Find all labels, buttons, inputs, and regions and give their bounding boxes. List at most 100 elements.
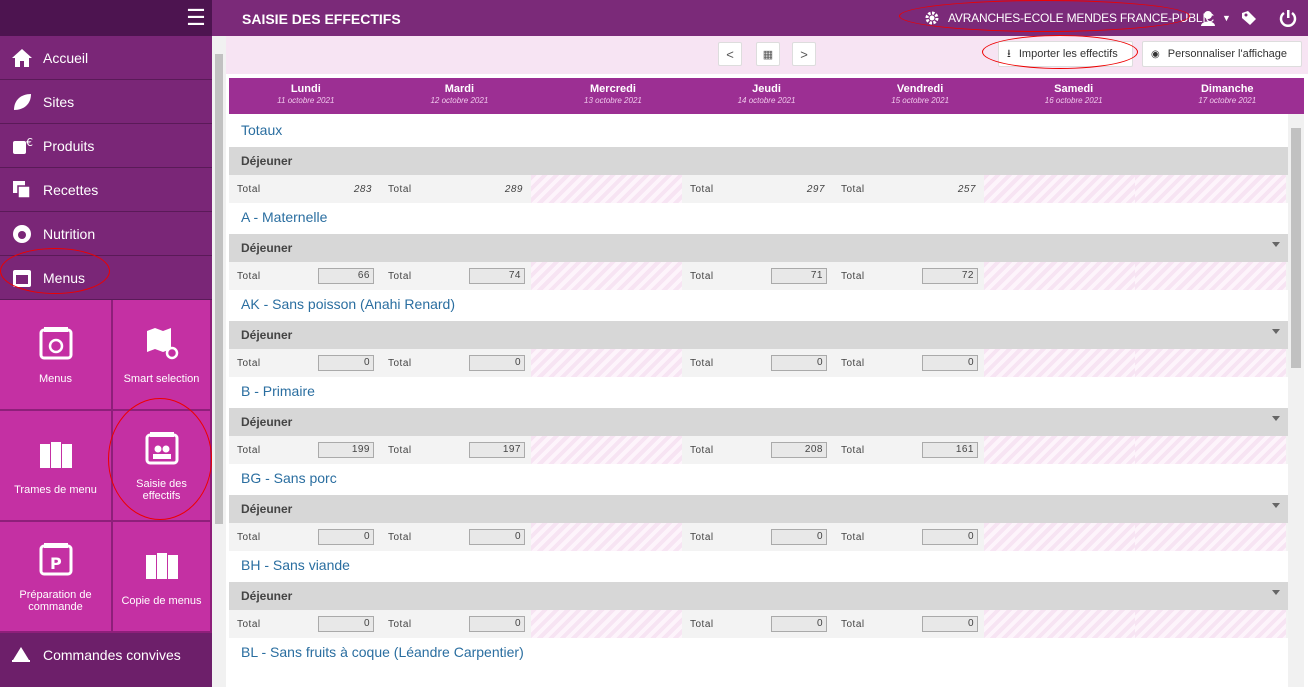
total-cell: Total 74	[380, 262, 531, 290]
day-date: 17 octobre 2021	[1198, 96, 1257, 105]
sidebar-item-accueil[interactable]: Accueil	[0, 36, 212, 80]
customize-label: Personnaliser l'affichage	[1167, 48, 1288, 60]
map-gears-icon	[146, 327, 178, 359]
page-title: SAISIE DES EFFECTIFS	[242, 11, 401, 27]
effectif-input[interactable]: 0	[771, 355, 827, 371]
effectif-input[interactable]: 0	[318, 616, 374, 632]
tile-smart-selection[interactable]: Smart selection	[113, 300, 212, 411]
tile-trames-de-menu[interactable]: Trames de menu	[0, 411, 113, 522]
closed-day-cell	[1135, 523, 1286, 551]
total-label: Total	[237, 532, 261, 543]
total-label: Total	[388, 271, 412, 282]
meal-row[interactable]: Déjeuner	[229, 321, 1288, 349]
user-icon[interactable]	[1199, 9, 1217, 27]
day-name: Vendredi	[896, 83, 944, 95]
closed-day-cell	[531, 349, 682, 377]
effectif-input[interactable]: 0	[469, 616, 525, 632]
day-date: 16 octobre 2021	[1044, 96, 1103, 105]
effectif-input[interactable]: 0	[922, 529, 978, 545]
tile-label: Smart selection	[123, 372, 200, 385]
effectif-input[interactable]: 161	[922, 442, 978, 458]
caret-down-icon[interactable]	[1272, 416, 1280, 421]
total-row: Total 0 Total 0 Total 0 Total 0	[229, 523, 1288, 551]
effectif-input[interactable]: 0	[469, 355, 525, 371]
effectif-input[interactable]: 71	[771, 268, 827, 284]
total-label: Total	[237, 271, 261, 282]
effectif-input[interactable]: 66	[318, 268, 374, 284]
effectif-input[interactable]: 208	[771, 442, 827, 458]
effectif-input[interactable]: 0	[771, 616, 827, 632]
total-cell: Total 0	[833, 349, 984, 377]
total-label: Total	[237, 358, 261, 369]
calendars-stack-icon	[145, 552, 178, 579]
effectif-input[interactable]: 199	[318, 442, 374, 458]
meal-row[interactable]: Déjeuner	[229, 582, 1288, 610]
total-cell: Total 0	[380, 610, 531, 638]
calendar-button[interactable]: ▦	[756, 42, 780, 66]
effectif-input[interactable]: 74	[469, 268, 525, 284]
scrollbar-thumb[interactable]	[215, 54, 223, 524]
caret-down-icon[interactable]	[1272, 329, 1280, 334]
effectif-input[interactable]: 0	[922, 355, 978, 371]
total-row: Total 0 Total 0 Total 0 Total 0	[229, 610, 1288, 638]
meal-row[interactable]: Déjeuner	[229, 495, 1288, 523]
section-title: A - Maternelle	[241, 209, 328, 225]
section-title: Totaux	[241, 122, 283, 138]
home-icon	[10, 46, 34, 70]
sidebar-item-produits[interactable]: € Produits	[0, 124, 212, 168]
total-label: Total	[690, 184, 714, 195]
chevron-left-icon: <	[726, 46, 734, 62]
total-cell: Total 71	[682, 262, 833, 290]
content-scrollbar[interactable]	[1288, 114, 1304, 687]
closed-day-cell	[531, 262, 682, 290]
meal-label: Déjeuner	[241, 328, 293, 342]
tile-preparation-de-commande[interactable]: P Préparation de commande	[0, 522, 113, 633]
hamburger-menu-icon[interactable]: ☰	[186, 7, 206, 29]
total-label: Total	[841, 445, 865, 456]
power-icon[interactable]	[1279, 9, 1297, 27]
effectif-input[interactable]: 72	[922, 268, 978, 284]
customize-display-button[interactable]: ◉ Personnaliser l'affichage	[1142, 41, 1302, 67]
sidebar-item-recettes[interactable]: Recettes	[0, 168, 212, 212]
meal-row[interactable]: Déjeuner	[229, 234, 1288, 262]
products-icon: €	[10, 134, 34, 158]
caret-down-icon[interactable]	[1272, 242, 1280, 247]
meal-label: Déjeuner	[241, 502, 293, 516]
section-title: B - Primaire	[241, 383, 315, 399]
scrollbar-thumb[interactable]	[1291, 128, 1301, 368]
sidebar: ☰ Accueil Sites € Produits Recettes Nutr…	[0, 0, 212, 687]
total-cell: Total 0	[229, 349, 380, 377]
effectif-input[interactable]: 0	[771, 529, 827, 545]
tile-label: Menus	[38, 372, 73, 385]
sidebar-item-commandes-convives[interactable]: Commandes convives	[0, 633, 212, 677]
caret-down-icon[interactable]	[1272, 590, 1280, 595]
total-cell: Total 0	[380, 523, 531, 551]
caret-down-icon[interactable]	[1272, 503, 1280, 508]
total-row: Total 66 Total 74 Total 71 Total 72	[229, 262, 1288, 290]
tile-label: Préparation de commande	[19, 588, 92, 613]
effectif-input[interactable]: 0	[318, 355, 374, 371]
sidebar-item-sites[interactable]: Sites	[0, 80, 212, 124]
closed-day-cell	[984, 262, 1135, 290]
sidebar-header: ☰	[0, 0, 212, 36]
tile-menus[interactable]: Menus	[0, 300, 113, 411]
day-column-header: Dimanche 17 octobre 2021	[1150, 78, 1304, 114]
previous-week-button[interactable]: <	[718, 42, 742, 66]
sidebar-scrollbar[interactable]	[212, 36, 226, 687]
day-date: 12 octobre 2021	[430, 96, 489, 105]
svg-text:P: P	[50, 554, 62, 573]
total-cell: Total 283	[229, 175, 380, 203]
effectif-input[interactable]: 0	[922, 616, 978, 632]
sidebar-item-label: Sites	[43, 93, 75, 110]
tile-copie-de-menus[interactable]: Copie de menus	[113, 522, 212, 633]
closed-day-cell	[984, 610, 1135, 638]
section-title: AK - Sans poisson (Anahi Renard)	[241, 296, 455, 312]
tag-icon[interactable]	[1240, 9, 1258, 27]
effectif-input[interactable]: 197	[469, 442, 525, 458]
effectif-input[interactable]: 0	[318, 529, 374, 545]
next-week-button[interactable]: >	[792, 42, 816, 66]
total-label: Total	[841, 532, 865, 543]
meal-row[interactable]: Déjeuner	[229, 408, 1288, 436]
effectif-input[interactable]: 0	[469, 529, 525, 545]
total-label: Total	[237, 619, 261, 630]
